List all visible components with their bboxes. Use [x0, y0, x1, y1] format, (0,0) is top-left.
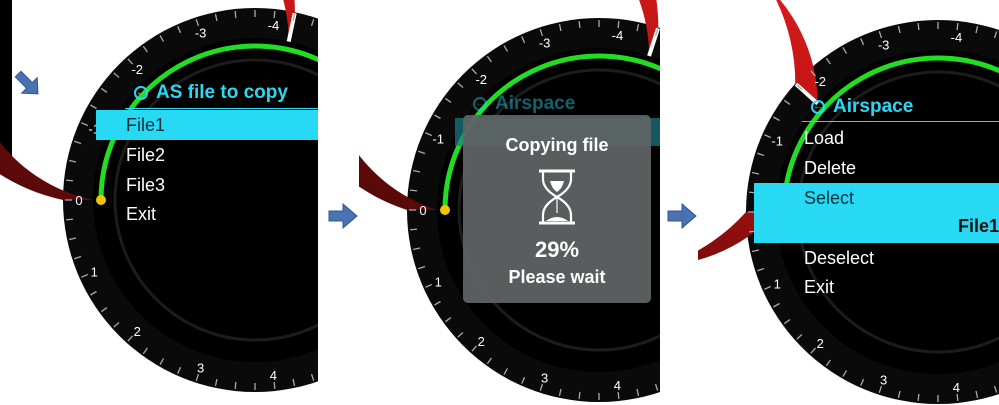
- menu-item-load[interactable]: Load: [804, 123, 844, 153]
- flow-arrow-icon: [328, 203, 358, 229]
- dial-label: -2: [814, 74, 826, 89]
- dial-tick: [65, 179, 74, 182]
- selected-file-value: File1: [957, 216, 999, 236]
- menu-item-label: File1: [126, 115, 166, 135]
- menu-title: ← Airspace: [811, 96, 913, 118]
- menu-item-exit[interactable]: Exit: [126, 199, 156, 229]
- dial-label: -2: [475, 72, 487, 87]
- menu-item-label: Deselect: [804, 248, 875, 268]
- menu-title: ← AS file to copy: [134, 82, 288, 104]
- dial-label: -1: [771, 133, 783, 148]
- menu-title: ← Airspace: [473, 93, 575, 115]
- dial-label: -2: [131, 62, 143, 77]
- dial-label: 1: [435, 275, 442, 290]
- dial-label: 1: [774, 277, 781, 292]
- menu-item-file1[interactable]: File1: [96, 110, 318, 140]
- menu-item-deselect[interactable]: Deselect: [804, 243, 874, 273]
- menu-item-file3[interactable]: File3: [126, 170, 165, 200]
- menu-item-label: Exit: [126, 204, 157, 224]
- dial-label: 2: [134, 324, 141, 339]
- menu-title-label: Airspace: [833, 96, 914, 117]
- dialog-heading: Copying file: [505, 135, 609, 155]
- menu-item-exit[interactable]: Exit: [804, 272, 834, 302]
- dial-label: 2: [478, 334, 485, 349]
- dial-tick: [409, 189, 418, 192]
- dial-tick: [617, 20, 620, 29]
- back-arrow-icon[interactable]: ←: [134, 86, 148, 100]
- menu-item-label: Delete: [804, 158, 857, 178]
- dial-label: 4: [614, 378, 621, 393]
- menu-item-file2[interactable]: File2: [126, 140, 165, 170]
- title-rule: [802, 121, 999, 122]
- dial-label: 3: [197, 360, 204, 375]
- dial-tick: [409, 228, 418, 231]
- vario-marker-dot: [96, 195, 106, 205]
- dial-tick: [578, 391, 581, 400]
- dial-label: -1: [432, 131, 444, 146]
- dial-label: 2: [817, 336, 824, 351]
- dial-label: -3: [539, 36, 551, 51]
- menu-item-label: File3: [126, 175, 166, 195]
- dial-label: -4: [951, 30, 963, 45]
- wait-message: Please wait: [508, 267, 606, 287]
- dial-label: 4: [953, 380, 960, 395]
- progress-percent: 29%: [534, 237, 580, 262]
- dial-label: -4: [612, 28, 624, 43]
- dial-tick: [65, 218, 74, 221]
- dial-label: -3: [195, 26, 207, 41]
- dial-tick: [234, 10, 237, 19]
- vario-marker-dot: [440, 205, 450, 215]
- dial-label: 3: [541, 370, 548, 385]
- menu-item-label: Exit: [804, 277, 835, 297]
- back-arrow-icon: ←: [473, 97, 487, 111]
- dial-tick: [917, 22, 920, 31]
- dial-label: 0: [419, 203, 426, 218]
- dial-label: 0: [75, 193, 82, 208]
- hourglass-icon: [539, 169, 575, 225]
- dial-label: 1: [91, 265, 98, 280]
- dial-tick: [273, 10, 276, 19]
- menu-item-label: Load: [804, 128, 845, 148]
- menu-item-label: Select: [804, 188, 855, 208]
- dial-label: 3: [880, 372, 887, 387]
- flow-arrow-icon: [667, 203, 697, 229]
- dial-label: -4: [268, 18, 280, 33]
- copy-progress-dialog: Copying file 29% Please wait: [463, 115, 651, 303]
- dial-tick: [234, 381, 237, 390]
- menu-item-label: File2: [126, 145, 166, 165]
- title-rule: [125, 108, 318, 109]
- dial-tick: [578, 20, 581, 29]
- menu-item-delete[interactable]: Delete: [804, 153, 856, 183]
- menu-title-label: AS file to copy: [156, 82, 288, 103]
- back-arrow-icon[interactable]: ←: [811, 100, 825, 114]
- menu-title-label: Airspace: [495, 93, 576, 114]
- vario-dial: 012345-1-2-3-4-5: [0, 0, 318, 392]
- menu-item-select[interactable]: Select File1: [754, 183, 999, 243]
- dial-label: 4: [270, 368, 277, 383]
- dial-tick: [956, 22, 959, 31]
- dial-label: -3: [878, 38, 890, 53]
- screen-airspace-menu: 012345-1-2-3-4-5 ← Airspace Load Delete …: [698, 0, 999, 405]
- screen-file-select: 012345-1-2-3-4-5 ← AS file to copy File1…: [0, 0, 318, 405]
- dial-tick: [917, 393, 920, 402]
